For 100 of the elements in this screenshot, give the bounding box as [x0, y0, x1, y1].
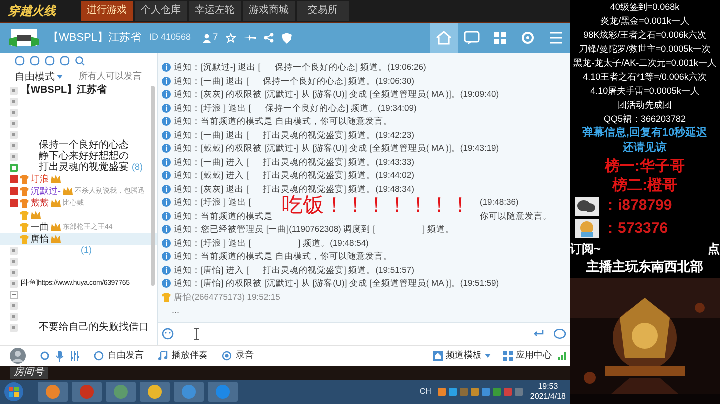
rank-line: 榜一:华子哥 [605, 157, 685, 176]
contact-text: ：i878799 [603, 196, 672, 216]
notice-text: 通知：[一曲] 退出 [ 打出灵魂的视觉盛宴] 频道。(19:42:23) [174, 128, 414, 142]
sender-line: 唐怡(2664775173) 19:52:15 [174, 290, 280, 304]
notice-text: 通知：[一曲] 退出 [ 保持一个良好的心态] 频道。(19:06:30) [174, 74, 414, 88]
shield-icon[interactable] [282, 32, 292, 44]
info-icon [162, 158, 171, 167]
info-icon [162, 130, 171, 140]
app-center-button[interactable]: 应用中心 [503, 349, 552, 363]
shirt-icon [162, 292, 171, 302]
channel-name[interactable]: 打出灵魂的视觉盛宴 [39, 162, 129, 173]
signal-icon [558, 352, 566, 360]
channel-name[interactable]: 静下心来好好想想の [39, 151, 129, 162]
channel-name[interactable]: 不要给自己的失败找借口 [39, 322, 149, 333]
notice-text: (19:48:36) [480, 196, 519, 210]
info-line: QQ5裙：366203782 [604, 113, 686, 126]
taskbar-app-icon[interactable] [38, 382, 68, 402]
shirt-icon [20, 234, 29, 244]
shirt-icon [20, 198, 29, 208]
member-count: 7 [213, 31, 218, 44]
star-icon[interactable] [226, 33, 236, 43]
collapse-icon [10, 290, 18, 298]
room-number-label: 房间号 [10, 367, 48, 379]
info-icon [162, 279, 171, 288]
home-icon [433, 351, 443, 361]
notice-line: 还请见谅 [623, 141, 667, 156]
info-line: 4.10屠夫手雷=0.0005k一人 [590, 85, 700, 98]
chat-bubbles-icon [575, 196, 599, 216]
game-tab[interactable]: 进行游戏 [81, 1, 133, 21]
message-text: ... [171, 304, 180, 317]
share-icon[interactable] [264, 33, 274, 43]
mode-dropdown[interactable]: 自由模式 [15, 70, 63, 84]
shirt-icon [20, 174, 29, 184]
info-icon [162, 63, 171, 72]
clock-time[interactable]: 19:53 [538, 382, 558, 392]
taskbar-app-icon[interactable] [174, 382, 204, 402]
notice-text: 通知：您已经被管理员 [一曲](1190762308) 调度到 [ ] 频道。 [174, 223, 454, 236]
grid-icon [503, 351, 513, 361]
game-tab[interactable]: 交易所 [297, 1, 349, 21]
game-tab[interactable]: 个人仓库 [135, 1, 187, 21]
shirt-icon [20, 186, 29, 196]
record-button[interactable]: 录音 [222, 349, 254, 363]
taskbar-app-icon[interactable] [140, 382, 170, 402]
info-line: 炎龙/黑金=0.001k一人 [600, 15, 690, 28]
talk-mode-button[interactable]: 自由发言 [94, 349, 144, 363]
music-note-icon [158, 351, 168, 361]
info-line: 黑龙-龙太子/AK-二次元=0.001k一人 [574, 57, 716, 70]
microphone-icon[interactable] [56, 350, 64, 362]
shirt-icon [20, 210, 29, 220]
notice-text: 通知：[沉默过-] 退出 [ 保持一个良好的心态] 频道。(19:06:26) [174, 61, 426, 74]
user-name: 圩浪 [31, 174, 49, 184]
caret-icon [57, 75, 63, 79]
search-icon[interactable] [75, 56, 85, 66]
subscribe-text: 点 [708, 241, 720, 258]
user-name: 沉默过- [31, 186, 61, 196]
selected-user-row[interactable]: 唐怡 [0, 233, 157, 245]
info-icon [162, 117, 171, 126]
notice-text: 通知：[戴戴] 进入 [ 打出灵魂的视觉盛宴] 频道。(19:44:02) [174, 169, 414, 182]
emoji-icon[interactable] [162, 328, 174, 340]
notice-text: 通知：[圩浪 ] 退出 [ 保持一个良好的心态] 频道。(19:34:09) [174, 102, 417, 115]
enter-icon[interactable] [534, 330, 544, 338]
info-icon [162, 90, 171, 100]
info-line: 刀锋/曼陀罗/救世主=0.0005k一次 [578, 43, 712, 56]
channel-name[interactable]: 保持一个良好的心态 [39, 140, 129, 151]
music-button[interactable]: 播放伴奏 [158, 349, 208, 363]
template-dropdown[interactable]: 频道模板 [433, 349, 491, 363]
overlay-message: 吃饭！！！！！！！ [282, 194, 471, 218]
start-button[interactable] [4, 382, 24, 402]
user-row[interactable]: 圩浪 [0, 173, 157, 185]
mascot-icon [575, 219, 599, 238]
info-icon [162, 238, 171, 248]
game-tab[interactable]: 幸运左轮 [189, 1, 241, 21]
notice-text: 通知：[唐怡] 进入 [ 打出灵魂的视觉盛宴] 频道。(19:51:57) [174, 264, 414, 277]
info-icon [162, 171, 171, 180]
text-cursor-icon [194, 328, 199, 340]
rank-line: 榜二:橙哥 [612, 176, 678, 195]
channel-logo [8, 27, 40, 49]
contact-text: ：573376 [603, 218, 668, 238]
info-icon [162, 252, 171, 262]
home-icon[interactable] [430, 23, 458, 53]
notice-line: 弹幕信息,回复有10秒延迟 [582, 126, 708, 141]
plane-icon[interactable] [244, 33, 256, 43]
scrollbar[interactable] [151, 86, 155, 286]
taskbar-app-icon[interactable] [208, 382, 238, 402]
channel-id: ID 410568 [150, 31, 192, 44]
avatar-icon [10, 348, 26, 364]
notice-text: 通知：当前频道的模式是 [174, 210, 274, 223]
game-tab[interactable]: 游戏商城 [243, 1, 295, 21]
notice-text: 通知：[灰灰] 的权限被 [沉默过-] 从 [游客(U)] 变成 [全频道管理员( MA )]。(19:09:40) [174, 88, 500, 102]
clock-date[interactable]: 2021/4/18 [530, 392, 566, 402]
info-icon [162, 104, 171, 113]
input-method-indicator[interactable]: CH [420, 386, 432, 398]
channel-title: 【WBSPL】江苏省 [48, 30, 142, 46]
info-icon [162, 212, 171, 221]
taskbar-app-icon[interactable] [106, 382, 136, 402]
shirt-icon [20, 222, 29, 232]
sliders-icon[interactable] [70, 351, 80, 361]
mode-note: 所有人可以发言 [79, 70, 142, 84]
notice-text: 通知：当前频道的模式是 自由模式，你可以随意发言。 [174, 250, 392, 264]
info-icon [162, 184, 171, 194]
